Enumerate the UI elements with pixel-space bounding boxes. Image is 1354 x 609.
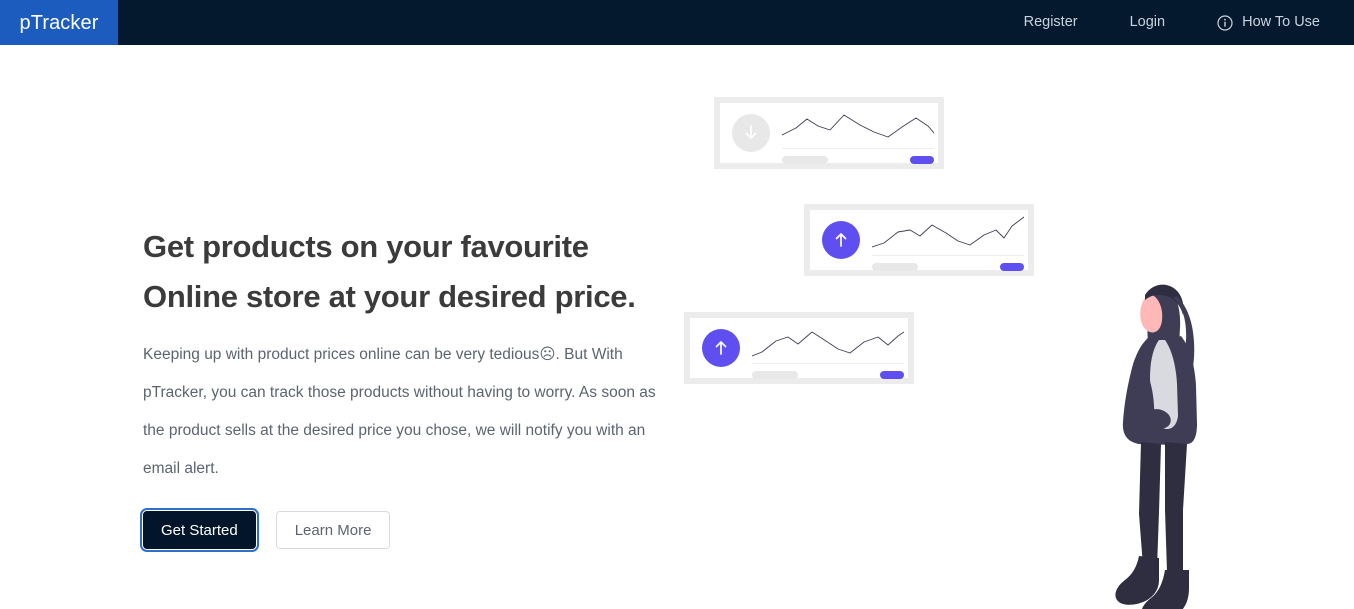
- card-inner: [720, 103, 938, 164]
- arrow-up-icon: [822, 221, 860, 259]
- top-navigation-bar: pTracker Register Login How To Use: [0, 0, 1354, 45]
- price-card-down: [714, 97, 944, 169]
- card-baseline: [872, 255, 1024, 256]
- card-baseline: [752, 363, 904, 364]
- card-inner: [690, 318, 908, 379]
- price-card-up-2: [684, 312, 914, 384]
- page-title-line-2: Online store at your desired price.: [143, 279, 636, 314]
- card-action-pill[interactable]: [1000, 263, 1024, 271]
- info-circle-icon: [1217, 14, 1233, 31]
- hero-description: Keeping up with product prices online ca…: [143, 346, 656, 477]
- price-trend-line-up-1: [872, 216, 1024, 253]
- arrow-down-icon: [732, 114, 770, 152]
- price-trend-line-down: [782, 109, 934, 146]
- nav-link-register[interactable]: Register: [998, 0, 1104, 45]
- page-title-line-1: Get products on your favourite: [143, 229, 589, 264]
- arrow-up-icon: [702, 329, 740, 367]
- card-action-pill[interactable]: [880, 371, 904, 379]
- card-baseline: [782, 148, 934, 149]
- hero-button-group: Get Started Learn More: [140, 508, 688, 552]
- get-started-button[interactable]: Get Started: [140, 508, 259, 552]
- card-label-placeholder: [782, 156, 828, 164]
- card-action-pill[interactable]: [910, 156, 934, 164]
- standing-woman-illustration: [1115, 284, 1197, 609]
- brand-name: pTracker: [19, 11, 99, 34]
- nav-link-login[interactable]: Login: [1104, 0, 1191, 45]
- nav-links: Register Login How To Use: [998, 0, 1354, 45]
- price-trend-line-up-2: [752, 324, 904, 361]
- card-inner: [810, 210, 1028, 271]
- nav-link-how-to-use[interactable]: How To Use: [1191, 0, 1332, 45]
- card-label-placeholder: [752, 371, 798, 379]
- brand-logo[interactable]: pTracker: [0, 0, 118, 45]
- hero-text-column: Get products on your favourite Online st…: [140, 222, 688, 552]
- learn-more-button[interactable]: Learn More: [275, 511, 391, 549]
- card-label-placeholder: [872, 263, 918, 271]
- price-card-up-1: [804, 204, 1034, 276]
- nav-link-how-to-use-label: How To Use: [1242, 14, 1320, 30]
